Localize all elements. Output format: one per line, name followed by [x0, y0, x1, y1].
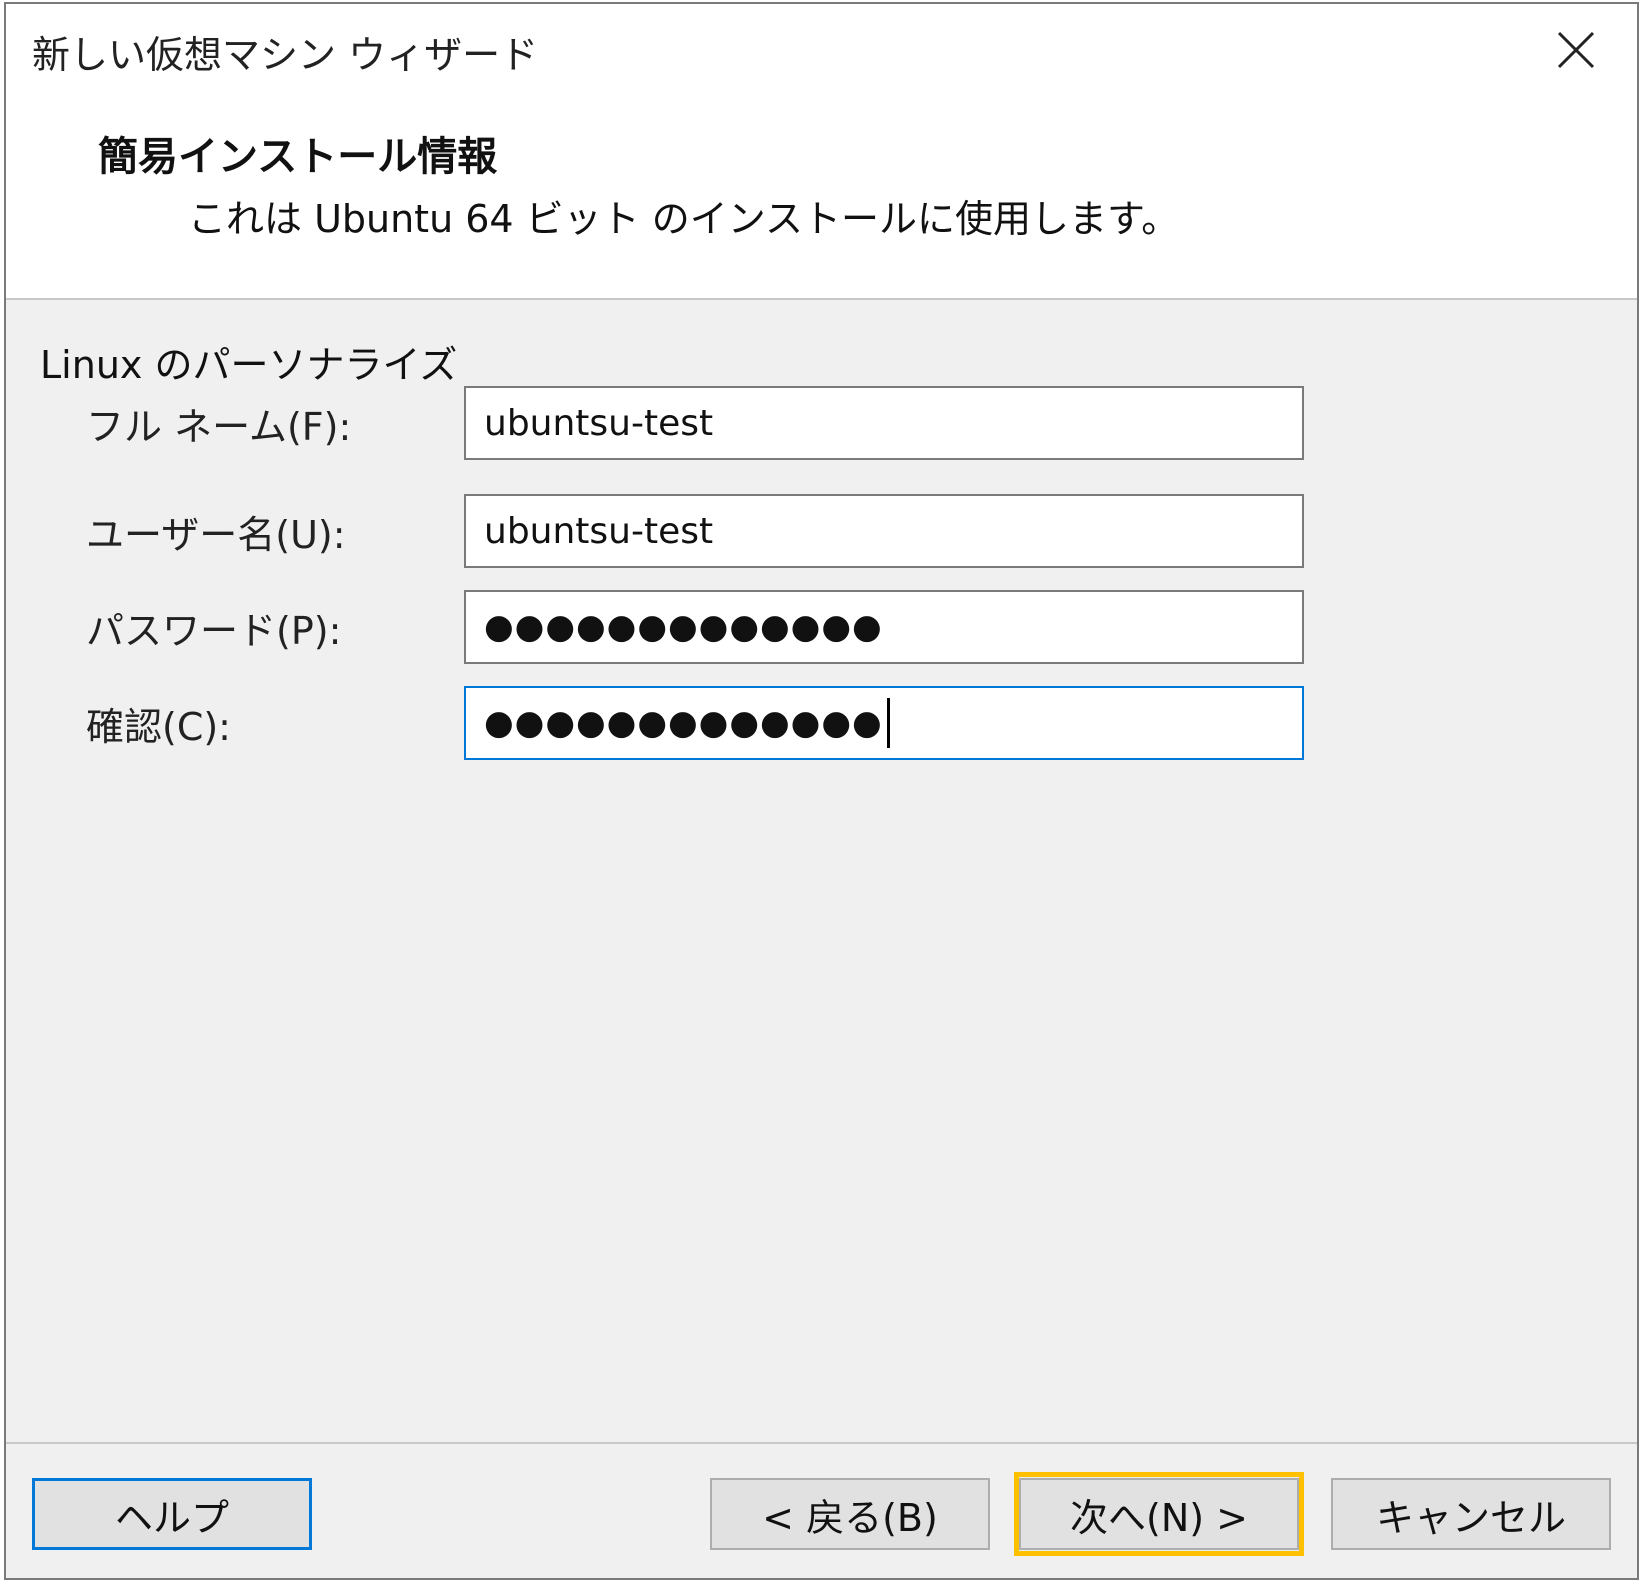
confirm-password-field[interactable]: ●●●●●●●●●●●●●	[464, 686, 1304, 760]
page-heading: 簡易インストール情報	[98, 134, 498, 180]
help-button[interactable]: ヘルプ	[32, 1478, 312, 1550]
full-name-label: フル ネーム(F):	[86, 405, 352, 449]
user-name-field[interactable]: ubuntsu-test	[464, 494, 1304, 568]
full-name-field[interactable]: ubuntsu-test	[464, 386, 1304, 460]
user-name-value: ubuntsu-test	[484, 510, 714, 552]
password-field[interactable]: ●●●●●●●●●●●●●	[464, 590, 1304, 664]
close-icon	[1557, 31, 1595, 69]
page-subheading: これは Ubuntu 64 ビット のインストールに使用します。	[188, 197, 1180, 241]
password-value: ●●●●●●●●●●●●●	[484, 607, 883, 647]
full-name-value: ubuntsu-test	[484, 402, 714, 444]
back-button[interactable]: < 戻る(B)	[710, 1478, 990, 1550]
footer-divider	[6, 1442, 1637, 1444]
wizard-window: 新しい仮想マシン ウィザード 簡易インストール情報 これは Ubuntu 64 …	[4, 2, 1639, 1580]
confirm-value: ●●●●●●●●●●●●●	[484, 703, 883, 743]
confirm-label: 確認(C):	[86, 705, 231, 749]
user-name-label: ユーザー名(U):	[86, 513, 346, 557]
next-button[interactable]: 次へ(N) >	[1019, 1478, 1299, 1550]
text-caret	[886, 698, 890, 748]
password-label: パスワード(P):	[86, 609, 342, 653]
close-button[interactable]	[1541, 20, 1611, 80]
window-title: 新しい仮想マシン ウィザード	[32, 33, 539, 77]
wizard-header: 新しい仮想マシン ウィザード 簡易インストール情報 これは Ubuntu 64 …	[6, 4, 1637, 300]
personalize-group-label: Linux のパーソナライズ	[40, 343, 458, 387]
cancel-button[interactable]: キャンセル	[1331, 1478, 1611, 1550]
